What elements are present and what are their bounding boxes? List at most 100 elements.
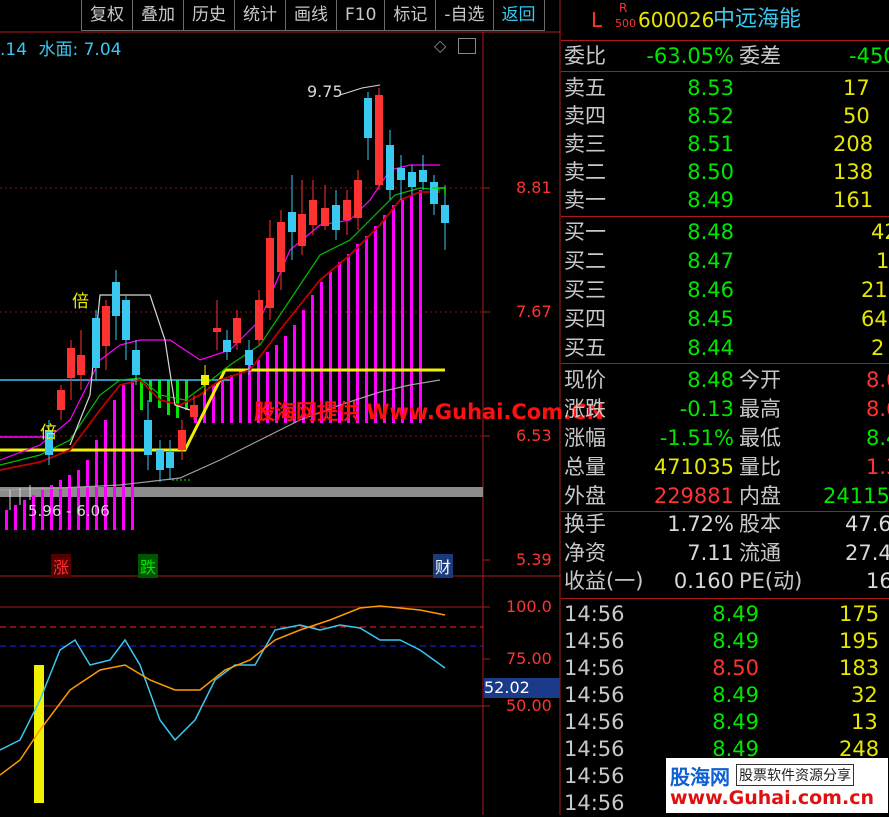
price-axis-label-1: 8.81 xyxy=(516,178,552,197)
water-level-label: 水面: xyxy=(38,40,79,60)
tick-price: 8.49 xyxy=(712,629,759,653)
tick-row: 14:56 8.49 13 xyxy=(561,708,889,736)
bid-volume: 64 xyxy=(861,307,888,331)
stock-header: L R 500 600026 中远海能 xyxy=(561,1,889,36)
stock-code: 600026 xyxy=(638,8,715,32)
quote-label: 现价 xyxy=(564,368,606,392)
turnover-value: 1.72% xyxy=(667,512,734,536)
price-axis-label-2: 7.67 xyxy=(516,302,552,321)
tick-time: 14:56 xyxy=(564,629,625,653)
ask-label: 卖二 xyxy=(564,160,606,184)
quote-label: 总量 xyxy=(564,455,606,479)
support-band xyxy=(0,487,483,497)
ask-price: 8.52 xyxy=(687,104,734,128)
ask-row: 卖一 8.49 161 xyxy=(561,186,889,214)
finance-marker[interactable]: 财 xyxy=(433,554,454,578)
ask-volume: 138 xyxy=(833,160,874,184)
tick-price: 8.49 xyxy=(712,602,759,626)
ask-row: 卖三 8.51 208 xyxy=(561,130,889,158)
stock-rank-bottom: 500 xyxy=(615,17,636,30)
current-price-value: 8.48 xyxy=(687,368,734,392)
bid-row: 买二 8.47 1 xyxy=(561,247,889,275)
bid-price: 8.44 xyxy=(687,336,734,360)
tick-time: 14:56 xyxy=(564,710,625,734)
fundamental-label: 换手 xyxy=(564,512,606,536)
ask-label: 卖四 xyxy=(564,104,606,128)
quote-row: 涨幅 -1.51% 最低 8.4 xyxy=(561,424,889,452)
order-ratio-label: 委比 xyxy=(564,44,606,68)
low-price-value: 8.4 xyxy=(866,426,889,450)
tick-volume: 32 xyxy=(851,683,878,707)
water-level-value: 7.04 xyxy=(83,40,122,60)
watermark-text: 股海网提供 Www.Guhai.Com.CN xyxy=(254,400,605,424)
open-price-value: 8.6 xyxy=(866,368,889,392)
fundamental-label: PE(动) xyxy=(739,569,803,593)
volume-ratio-value: 1.3 xyxy=(866,455,889,479)
ask-label: 卖一 xyxy=(564,188,606,212)
osc-axis-label-3: 50.00 xyxy=(506,696,552,715)
tick-price: 8.49 xyxy=(712,710,759,734)
float-shares-value: 27.4 xyxy=(845,541,889,565)
banner-url: www.Guhai.com.cn xyxy=(670,787,874,809)
bid-volume: 1 xyxy=(876,249,889,273)
bid-row: 买四 8.45 64 xyxy=(561,305,889,333)
tick-volume: 13 xyxy=(851,710,878,734)
tick-row: 14:56 8.49 195 xyxy=(561,627,889,655)
ask-label: 卖三 xyxy=(564,132,606,156)
limit-up-marker[interactable]: 涨 xyxy=(51,554,72,578)
order-ratio-value: -63.05% xyxy=(646,44,734,68)
bid-price: 8.45 xyxy=(687,307,734,331)
low-price-mark-1: 5.96 xyxy=(28,502,62,520)
limit-down-marker[interactable]: 跌 xyxy=(138,554,159,578)
tick-time: 14:56 xyxy=(564,791,625,815)
ask-price: 8.51 xyxy=(687,132,734,156)
tick-time: 14:56 xyxy=(564,737,625,761)
ask-label: 卖五 xyxy=(564,76,606,100)
diamond-icon[interactable]: ◇ xyxy=(434,36,446,55)
stock-rank-top: R xyxy=(619,1,628,15)
quote-row: 涨跌 -0.13 最高 8.6 xyxy=(561,395,889,423)
guhai-banner[interactable]: 股海网 股票软件资源分享 www.Guhai.com.cn xyxy=(666,758,888,813)
osc-slow-line xyxy=(0,605,446,776)
oscillator-signal-bar xyxy=(34,665,44,803)
double-marker-1: 倍 xyxy=(72,292,89,312)
tick-time: 14:56 xyxy=(564,764,625,788)
tick-volume: 195 xyxy=(839,629,880,653)
osc-fast-line xyxy=(0,624,446,751)
total-volume-value: 471035 xyxy=(653,455,734,479)
pe-value: 16 xyxy=(866,569,889,593)
stock-name: 中远海能 xyxy=(713,7,802,32)
bid-label: 买三 xyxy=(564,278,606,302)
quote-label: 今开 xyxy=(739,368,781,392)
bid-row: 买一 8.48 42 xyxy=(561,218,889,246)
bid-label: 买五 xyxy=(564,336,606,360)
bid-price: 8.47 xyxy=(687,249,734,273)
tick-row: 14:56 8.49 175 xyxy=(561,600,889,628)
ask-volume: 17 xyxy=(843,76,870,100)
window-toggle-icon[interactable] xyxy=(458,38,476,54)
quote-row: 总量 471035 量比 1.3 xyxy=(561,453,889,481)
bid-row: 买三 8.46 21 xyxy=(561,276,889,304)
price-axis-label-3: 6.53 xyxy=(516,426,552,445)
ask-row: 卖四 8.52 50 xyxy=(561,102,889,130)
ask-volume: 50 xyxy=(843,104,870,128)
ask-price: 8.49 xyxy=(687,188,734,212)
quote-label: 外盘 xyxy=(564,484,606,508)
tick-row: 14:56 8.49 32 xyxy=(561,681,889,709)
change-percent-value: -1.51% xyxy=(659,426,734,450)
quote-label: 内盘 xyxy=(739,484,781,508)
ask-row: 卖二 8.50 138 xyxy=(561,158,889,186)
tick-volume: 175 xyxy=(839,602,880,626)
quote-row: 外盘 229881 内盘 24115 xyxy=(561,482,889,510)
osc-axis-label-1: 100.0 xyxy=(506,597,552,616)
ask-volume: 208 xyxy=(833,132,874,156)
tick-price: 8.50 xyxy=(712,656,759,680)
bid-volume: 21 xyxy=(861,278,888,302)
net-assets-value: 7.11 xyxy=(687,541,734,565)
low-price-mark-2: 6.06 xyxy=(76,502,110,520)
eps-value: 0.160 xyxy=(673,569,734,593)
fundamental-row: 换手 1.72% 股本 47.6 xyxy=(561,510,889,538)
bid-label: 买四 xyxy=(564,307,606,331)
fundamental-label: 股本 xyxy=(739,512,781,536)
osc-axis-label-2: 75.00 xyxy=(506,649,552,668)
